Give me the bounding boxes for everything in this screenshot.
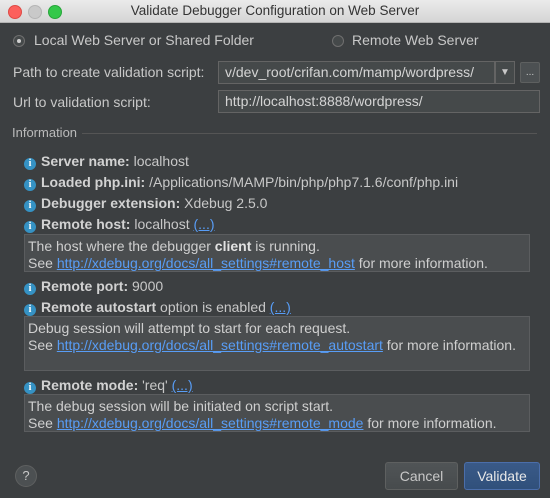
title-bar: Validate Debugger Configuration on Web S… [0,0,550,23]
window-title: Validate Debugger Configuration on Web S… [130,3,420,18]
info-icon: i [24,200,36,212]
url-input[interactable]: http://localhost:8888/wordpress/ [218,90,540,113]
remote-autostart-more-link[interactable]: (...) [270,299,291,315]
more-info-suffix: for more information. [382,337,516,353]
remote-host-value: localhost [134,216,190,232]
loaded-ini-value: /Applications/MAMP/bin/php/php7.1.6/conf… [149,174,459,190]
remote-server-radio[interactable] [332,35,344,47]
cancel-button[interactable]: Cancel [385,462,458,490]
remote-autostart-description: Debug session will attempt to start for … [24,316,530,371]
validate-button[interactable]: Validate [464,462,540,490]
remote-mode-more-link[interactable]: (...) [172,377,193,393]
remote-autostart-row: i Remote autostart option is enabled (...… [24,299,291,316]
info-icon: i [24,179,36,191]
remote-autostart-desc-text: Debug session will attempt to start for … [28,320,351,336]
remote-mode-description: The debug session will be initiated on s… [24,394,530,432]
remote-mode-docs-link[interactable]: http://xdebug.org/docs/all_settings#remo… [57,415,364,431]
debugger-extension-row: i Debugger extension: Xdebug 2.5.0 [24,195,267,212]
server-name-row: i Server name: localhost [24,153,189,170]
path-field-label: Path to create validation script: [13,64,205,80]
remote-host-desc-post: is running. [251,238,320,254]
see-label: See [28,415,57,431]
url-field-label: Url to validation script: [13,94,151,110]
info-icon: i [24,221,36,233]
browse-path-button[interactable]: ... [520,62,540,83]
remote-host-row: i Remote host: localhost (...) [24,216,215,233]
see-label: See [28,337,57,353]
remote-port-value: 9000 [132,278,164,294]
remote-host-desc-bold: client [214,238,252,254]
loaded-ini-label: Loaded php.ini: [41,174,146,190]
local-server-radio-label[interactable]: Local Web Server or Shared Folder [34,32,254,48]
section-divider [82,133,537,134]
chevron-down-icon[interactable]: ▼ [495,61,515,84]
info-icon: i [24,304,36,316]
remote-host-more-link[interactable]: (...) [194,216,215,232]
debugger-extension-label: Debugger extension: [41,195,181,211]
remote-mode-row: i Remote mode: 'req' (...) [24,377,193,394]
more-info-suffix: for more information. [363,415,497,431]
remote-host-desc-text: The host where the debugger [28,238,215,254]
local-server-radio[interactable] [13,35,25,47]
info-icon: i [24,382,36,394]
server-name-label: Server name: [41,153,130,169]
remote-autostart-label: Remote autostart [41,299,157,315]
remote-autostart-value: option is enabled [160,299,266,315]
remote-mode-desc-text: The debug session will be initiated on s… [28,398,334,414]
info-icon: i [24,158,36,170]
more-info-suffix: for more information. [354,255,488,271]
remote-host-label: Remote host: [41,216,131,232]
help-button[interactable]: ? [15,465,37,487]
remote-port-row: i Remote port: 9000 [24,278,163,295]
information-section-title: Information [12,125,78,140]
remote-host-description: The host where the debugger client is ru… [24,234,530,272]
path-input[interactable]: v/dev_root/crifan.com/mamp/wordpress/ [218,61,495,84]
info-icon: i [24,283,36,295]
remote-autostart-docs-link[interactable]: http://xdebug.org/docs/all_settings#remo… [57,337,383,353]
debugger-extension-value: Xdebug 2.5.0 [184,195,268,211]
remote-mode-value: 'req' [142,377,168,393]
server-name-value: localhost [133,153,189,169]
remote-port-label: Remote port: [41,278,129,294]
see-label: See [28,255,57,271]
remote-server-radio-label[interactable]: Remote Web Server [352,32,479,48]
loaded-ini-row: i Loaded php.ini: /Applications/MAMP/bin/… [24,174,458,191]
remote-mode-label: Remote mode: [41,377,139,393]
remote-host-docs-link[interactable]: http://xdebug.org/docs/all_settings#remo… [57,255,355,271]
